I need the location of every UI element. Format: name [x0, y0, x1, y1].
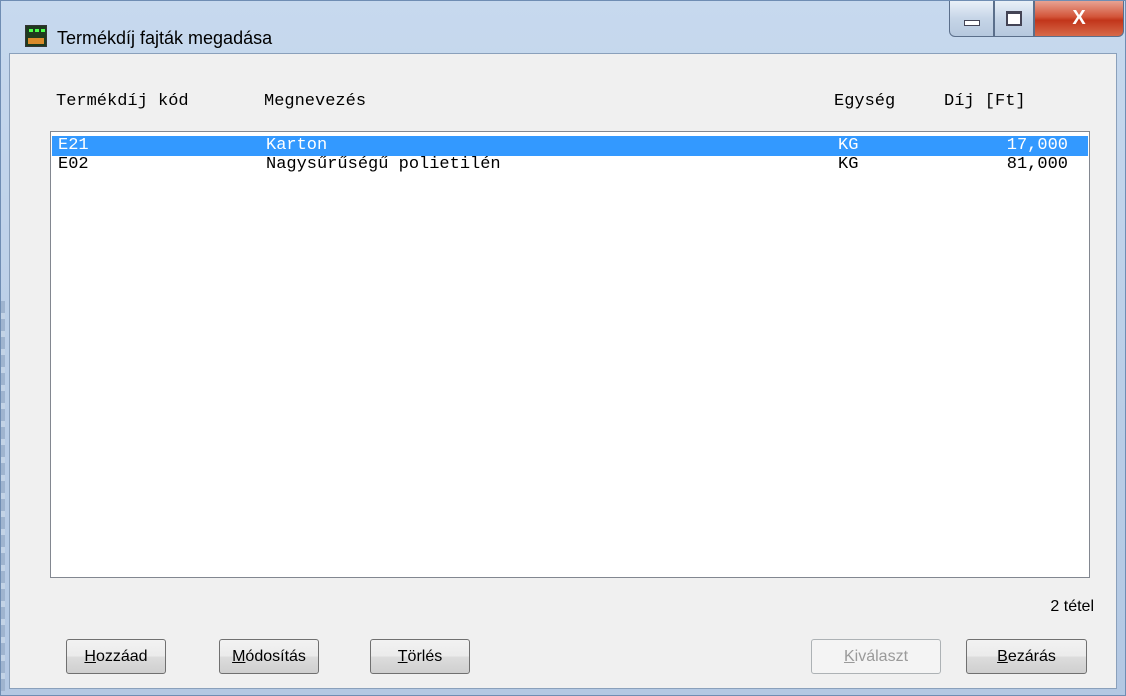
- delete-button-mnemonic: T: [397, 647, 408, 665]
- item-name: Karton: [266, 136, 328, 155]
- fee-type-list[interactable]: E21 Karton KG 17,000 E02 Nagysűrűségű po…: [50, 131, 1090, 578]
- item-code: E02: [58, 155, 89, 174]
- item-name: Nagysűrűségű polietilén: [266, 155, 501, 174]
- maximize-icon: [1006, 11, 1022, 26]
- delete-button[interactable]: Törlés: [370, 639, 470, 674]
- list-item[interactable]: E02 Nagysűrűségű polietilén KG 81,000: [52, 155, 1088, 175]
- close-button[interactable]: Bezárás: [966, 639, 1087, 674]
- add-button-label: ozzáad: [95, 647, 148, 665]
- column-header-name: Megnevezés: [264, 92, 367, 111]
- modify-button-label: ódosítás: [245, 647, 306, 665]
- window-edge-decoration: [1, 301, 5, 691]
- modify-button[interactable]: Módosítás: [219, 639, 319, 674]
- item-fee: 81,000: [1006, 155, 1068, 174]
- modify-button-mnemonic: M: [232, 647, 246, 665]
- item-count: 2 tétel: [1050, 598, 1094, 615]
- add-button[interactable]: Hozzáad: [66, 639, 166, 674]
- add-button-mnemonic: H: [84, 647, 96, 665]
- dialog-client-area: Termékdíj kód Megnevezés Egység Díj [Ft]…: [9, 53, 1117, 689]
- dialog-window: Termékdíj fajták megadása X Termékdíj kó…: [0, 0, 1126, 696]
- list-item[interactable]: E21 Karton KG 17,000: [52, 136, 1088, 156]
- column-header-unit: Egység: [834, 92, 896, 111]
- column-header-code: Termékdíj kód: [56, 92, 189, 111]
- item-fee: 17,000: [1006, 136, 1068, 155]
- window-title: Termékdíj fajták megadása: [57, 28, 273, 48]
- column-header-fee: Díj [Ft]: [944, 92, 1026, 111]
- close-button-mnemonic: B: [997, 647, 1008, 665]
- delete-button-label: örlés: [407, 647, 443, 665]
- select-button-label: iválaszt: [854, 647, 909, 665]
- select-button-mnemonic: K: [843, 647, 855, 665]
- close-button-label: ezárás: [1007, 647, 1056, 665]
- item-unit: KG: [838, 155, 859, 174]
- item-unit: KG: [838, 136, 859, 155]
- close-icon: X: [1072, 7, 1086, 29]
- minimize-button[interactable]: [949, 1, 994, 37]
- close-window-button[interactable]: X: [1034, 1, 1124, 37]
- app-icon: [25, 25, 47, 47]
- title-bar[interactable]: Termékdíj fajták megadása X: [1, 1, 1125, 53]
- item-code: E21: [58, 136, 89, 155]
- maximize-button[interactable]: [994, 1, 1034, 37]
- minimize-icon: [963, 19, 980, 26]
- select-button[interactable]: Kiválaszt: [811, 639, 941, 674]
